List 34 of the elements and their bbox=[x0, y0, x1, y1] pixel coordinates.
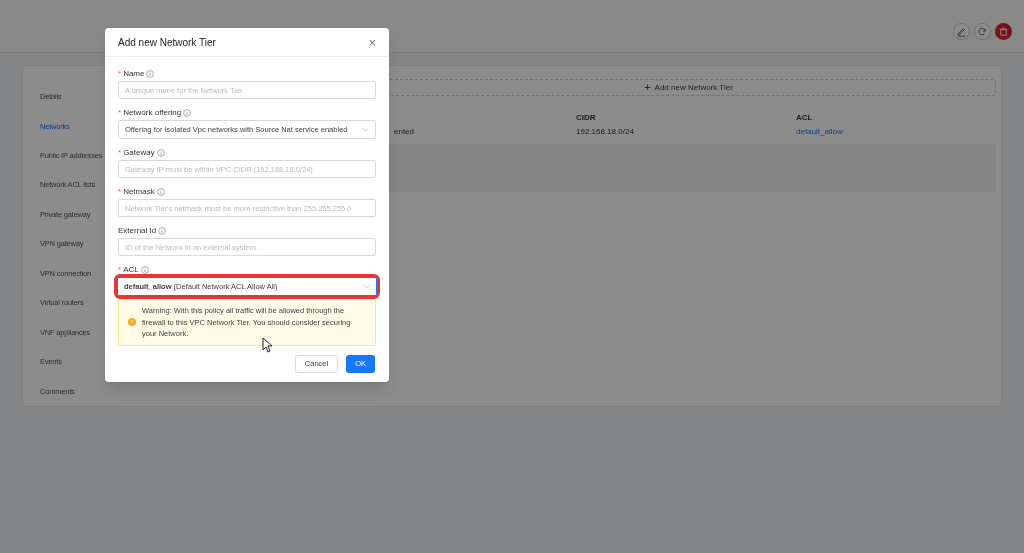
acl-link[interactable]: default_allow bbox=[796, 127, 843, 136]
field-label: Name bbox=[123, 68, 145, 80]
required-mark: * bbox=[118, 147, 122, 159]
info-icon bbox=[146, 70, 155, 78]
field-label: External Id bbox=[118, 225, 157, 237]
edit-icon bbox=[955, 25, 968, 38]
field-label: Gateway bbox=[123, 147, 155, 159]
column-header: ACL bbox=[796, 112, 814, 124]
edit-button[interactable] bbox=[953, 23, 970, 40]
table-cell: ented bbox=[394, 127, 415, 136]
delete-icon bbox=[997, 25, 1010, 38]
info-icon bbox=[158, 227, 167, 235]
info-icon bbox=[183, 109, 192, 117]
refresh-button[interactable] bbox=[974, 23, 991, 40]
field-label: ACL bbox=[123, 264, 139, 276]
cursor-icon bbox=[262, 337, 273, 353]
info-icon bbox=[140, 266, 149, 274]
column-header: CIDR bbox=[576, 112, 597, 124]
required-mark: * bbox=[118, 107, 122, 119]
info-icon bbox=[156, 188, 165, 196]
required-mark: * bbox=[118, 68, 122, 80]
dialog-title: Add new Network Tier bbox=[118, 35, 216, 50]
refresh-icon bbox=[976, 25, 989, 38]
close-button[interactable]: × bbox=[368, 35, 376, 49]
required-mark: * bbox=[118, 264, 122, 276]
info-icon bbox=[156, 149, 165, 157]
chevron-down-icon bbox=[362, 127, 369, 132]
chevron-down-icon bbox=[363, 284, 370, 289]
field-label: Netmask bbox=[123, 186, 155, 198]
required-mark: * bbox=[118, 186, 122, 198]
delete-button[interactable] bbox=[995, 23, 1012, 40]
warning-icon bbox=[128, 318, 136, 327]
field-label: Network offering bbox=[123, 107, 182, 119]
table-cell: 192.168.18.0/24 bbox=[576, 127, 634, 136]
